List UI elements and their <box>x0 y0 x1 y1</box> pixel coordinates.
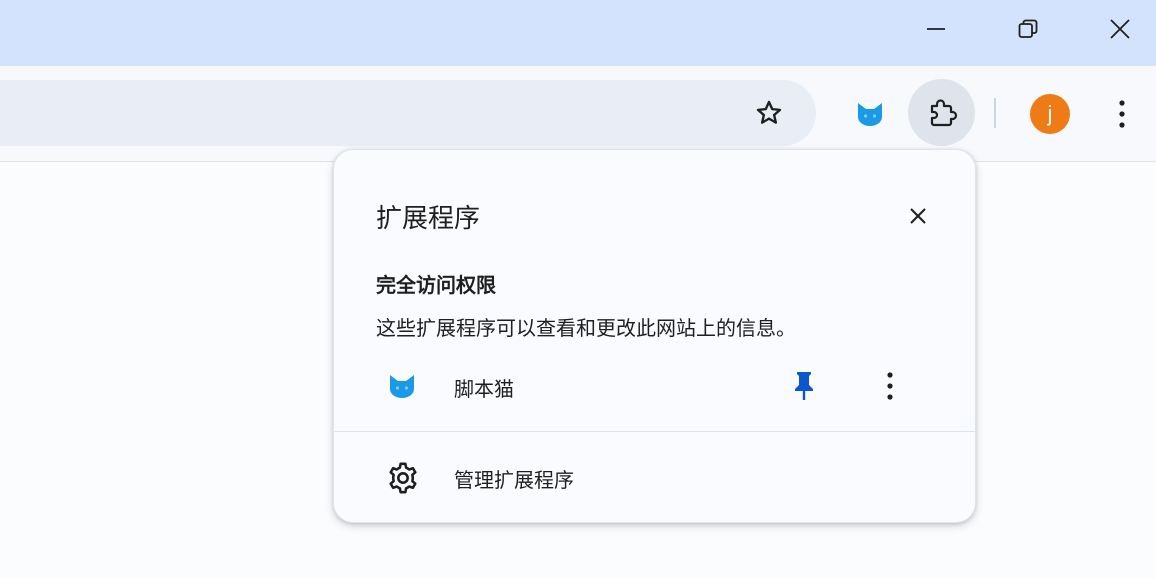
extension-more-button[interactable] <box>872 368 908 404</box>
cat-icon <box>390 375 414 398</box>
close-window-button[interactable] <box>1074 0 1156 58</box>
extension-name: 脚本猫 <box>454 377 514 401</box>
cat-icon <box>858 103 882 126</box>
minimize-icon <box>927 28 945 30</box>
bookmark-button[interactable] <box>742 94 796 132</box>
full-access-description: 这些扩展程序可以查看和更改此网站上的信息。 <box>376 316 796 340</box>
pin-extension-button[interactable] <box>786 368 822 404</box>
browser-menu-button[interactable] <box>1104 94 1140 134</box>
close-icon <box>910 208 926 224</box>
title-bar <box>0 0 1156 66</box>
extensions-button[interactable] <box>908 79 975 146</box>
full-access-heading: 完全访问权限 <box>376 273 496 297</box>
profile-avatar[interactable]: j <box>1030 94 1070 134</box>
star-icon <box>756 100 782 124</box>
minimize-button[interactable] <box>890 0 982 58</box>
restore-icon <box>1018 19 1038 38</box>
avatar-letter: j <box>1047 101 1053 126</box>
vertical-dots-icon <box>1119 100 1125 128</box>
popup-close-button[interactable] <box>900 198 936 234</box>
extensions-popup: 扩展程序 完全访问权限 这些扩展程序可以查看和更改此网站上的信息。 脚本猫 管理… <box>333 149 976 523</box>
puzzle-icon <box>930 98 957 126</box>
pin-icon <box>795 372 813 400</box>
toolbar-separator <box>994 98 996 128</box>
gear-icon <box>389 462 417 494</box>
extension-row[interactable]: 脚本猫 <box>334 360 975 412</box>
popup-title: 扩展程序 <box>376 204 481 234</box>
pinned-extension-button[interactable] <box>850 94 890 134</box>
restore-button[interactable] <box>982 0 1074 58</box>
manage-extensions-label: 管理扩展程序 <box>454 468 574 492</box>
address-bar[interactable] <box>0 80 816 146</box>
manage-extensions-button[interactable]: 管理扩展程序 <box>334 452 975 504</box>
close-icon <box>1110 19 1130 39</box>
vertical-dots-icon <box>887 372 893 400</box>
popup-divider <box>334 431 975 432</box>
browser-toolbar: j <box>0 66 1156 162</box>
